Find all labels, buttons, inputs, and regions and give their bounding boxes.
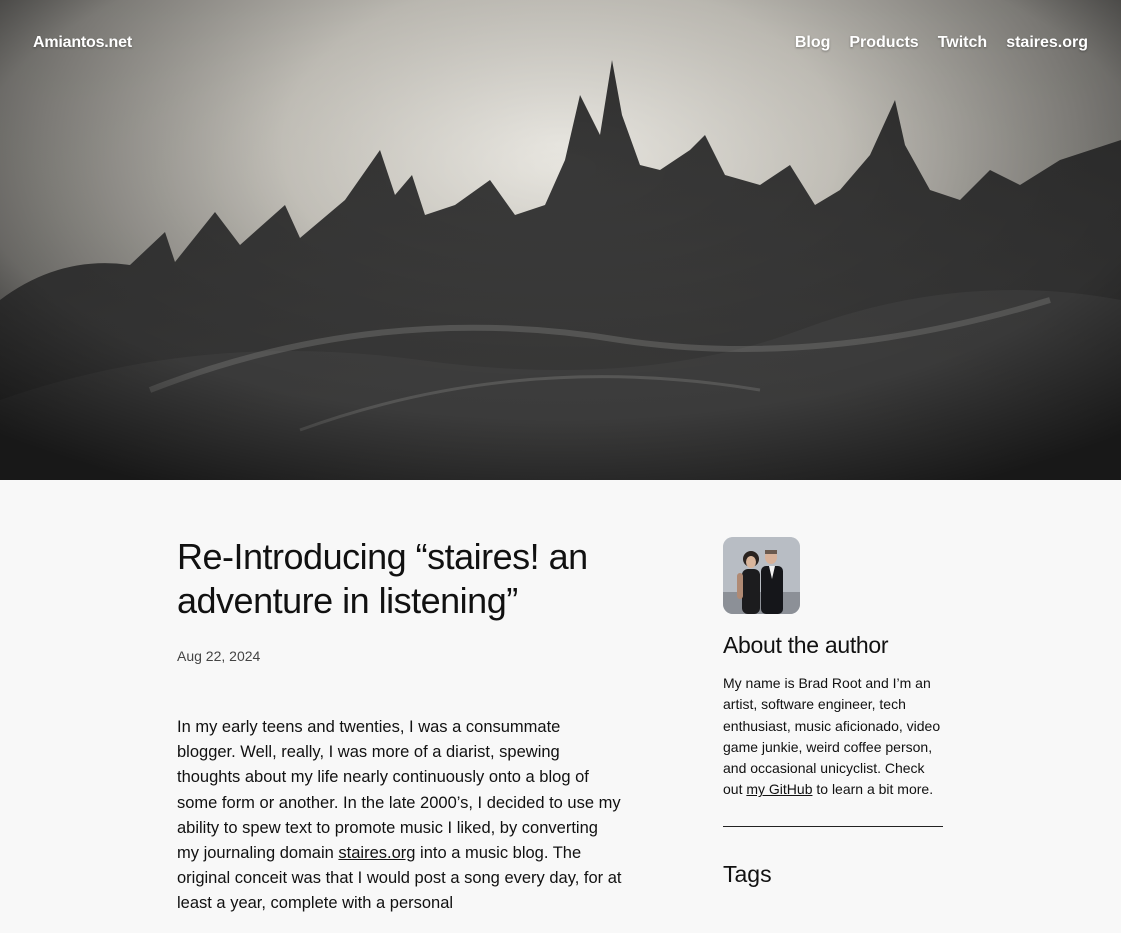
post-title: Re-Introducing “staires! an adventure in… — [177, 536, 588, 621]
post-body-text-1: In my early teens and twenties, I was a … — [177, 718, 621, 863]
github-link[interactable]: my GitHub — [746, 781, 812, 797]
about-text: My name is Brad Root and I’m an artist, … — [723, 673, 943, 801]
main-nav: Blog Products Twitch staires.org — [795, 34, 1088, 52]
nav-link-products[interactable]: Products — [849, 34, 918, 52]
nav-link-twitch[interactable]: Twitch — [938, 34, 987, 52]
sidebar: About the author My name is Brad Root an… — [723, 537, 943, 888]
site-title-link[interactable]: Amiantos.net — [33, 34, 132, 52]
hero-header: Amiantos.net Blog Products Twitch staire… — [0, 0, 1121, 480]
post-body: In my early teens and twenties, I was a … — [177, 715, 622, 917]
author-avatar — [723, 537, 800, 614]
about-heading: About the author — [723, 632, 889, 658]
nav-link-staires[interactable]: staires.org — [1006, 34, 1088, 52]
sidebar-divider — [723, 825, 943, 827]
about-text-1: My name is Brad Root and I’m an artist, … — [723, 675, 941, 798]
staires-link[interactable]: staires.org — [338, 844, 415, 862]
about-text-2: to learn a bit more. — [812, 781, 934, 798]
post-date: Aug 22, 2024 — [177, 648, 261, 664]
tags-heading: Tags — [723, 860, 772, 887]
author-photo-icon — [723, 537, 800, 614]
nav-link-blog[interactable]: Blog — [795, 34, 831, 52]
hero-abstract-artwork — [0, 0, 1121, 480]
post-article: Re-Introducing “staires! an adventure in… — [177, 535, 627, 933]
